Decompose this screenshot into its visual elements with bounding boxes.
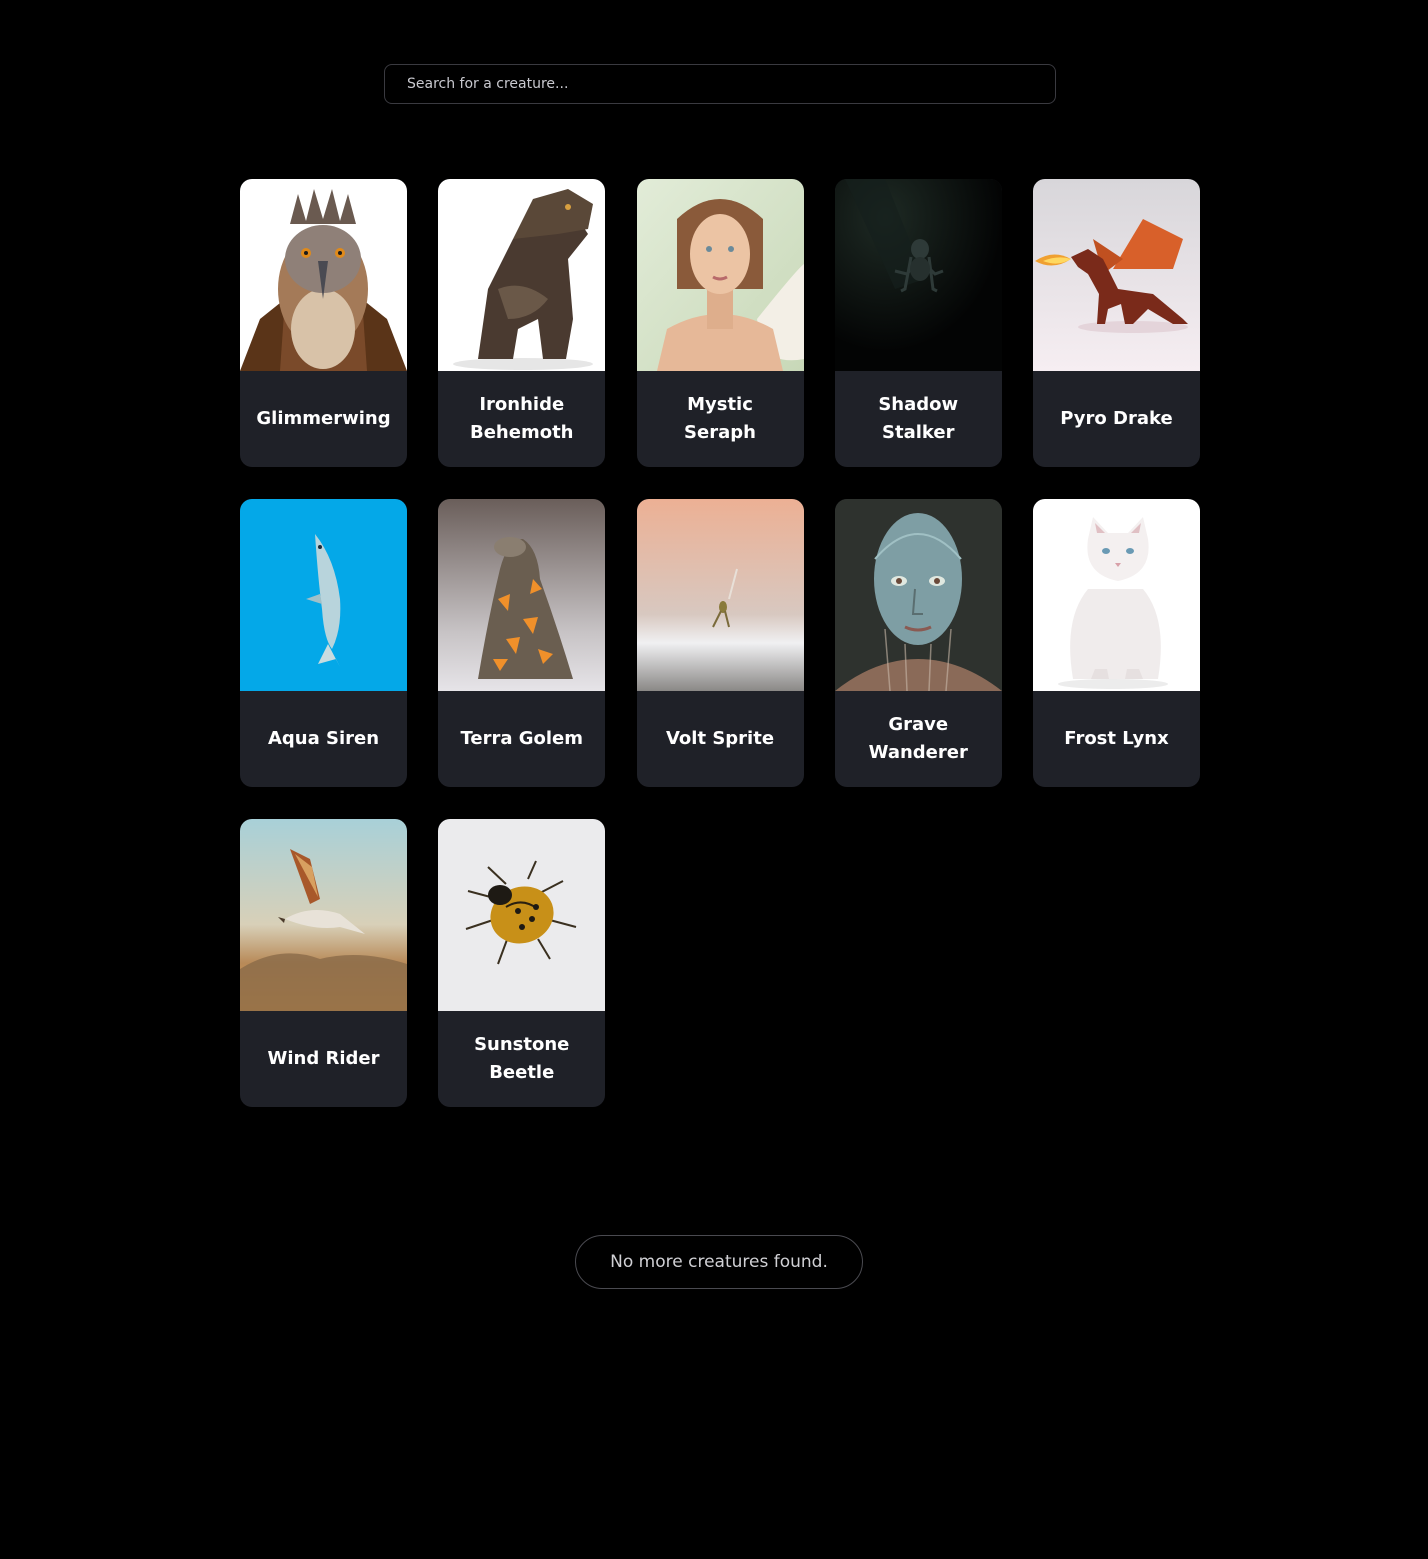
creature-card[interactable]: Glimmerwing xyxy=(240,179,407,467)
creature-name: Pyro Drake xyxy=(1060,408,1173,429)
search-input[interactable] xyxy=(384,64,1056,104)
tiny-sprite-image xyxy=(636,499,804,691)
creature-name: Aqua Siren xyxy=(267,728,380,749)
creature-card[interactable]: Frost Lynx xyxy=(1033,499,1200,787)
creature-name: Volt Sprite xyxy=(665,728,775,749)
creature-name: Wind Rider xyxy=(267,1048,380,1069)
creature-name: Terra Golem xyxy=(460,728,584,749)
flying-bird-image xyxy=(240,819,407,1011)
creature-card[interactable]: Volt Sprite xyxy=(636,499,804,787)
creature-card[interactable]: Grave Wanderer xyxy=(834,499,1002,787)
end-of-list-message: No more creatures found. xyxy=(575,1235,863,1289)
creature-card[interactable]: Sunstone Beetle xyxy=(438,819,606,1107)
fire-dragon-image xyxy=(1033,179,1200,371)
creature-card[interactable]: Terra Golem xyxy=(438,499,606,787)
white-cat-image xyxy=(1033,499,1200,691)
armored-reptile-image xyxy=(438,179,606,371)
winged-woman-image xyxy=(636,179,804,371)
creature-card[interactable]: Mystic Seraph xyxy=(636,179,804,467)
creature-name: Mystic Seraph xyxy=(684,394,756,443)
hawk-portrait-image xyxy=(240,179,407,371)
creature-card[interactable]: Wind Rider xyxy=(240,819,407,1107)
creature-card[interactable]: Aqua Siren xyxy=(240,499,407,787)
creature-name: Sunstone Beetle xyxy=(474,1034,570,1083)
creature-name: Ironhide Behemoth xyxy=(470,394,574,443)
creature-name: Glimmerwing xyxy=(256,408,391,429)
page: Glimmerwing Ironhide Behemoth xyxy=(0,0,1428,1559)
creature-name: Shadow Stalker xyxy=(878,394,959,443)
creature-grid: Glimmerwing Ironhide Behemoth Mystic Ser… xyxy=(240,179,1200,1107)
creature-name: Frost Lynx xyxy=(1064,728,1169,749)
creature-card[interactable]: Pyro Drake xyxy=(1033,179,1200,467)
fish-image xyxy=(240,499,407,691)
golden-beetle-image xyxy=(438,819,606,1011)
lava-rock-golem-image xyxy=(438,499,606,691)
creature-card[interactable]: Shadow Stalker xyxy=(834,179,1002,467)
creature-name: Grave Wanderer xyxy=(868,714,968,763)
creature-card[interactable]: Ironhide Behemoth xyxy=(438,179,606,467)
translucent-face-image xyxy=(834,499,1002,691)
shadow-creature-image xyxy=(834,179,1002,371)
